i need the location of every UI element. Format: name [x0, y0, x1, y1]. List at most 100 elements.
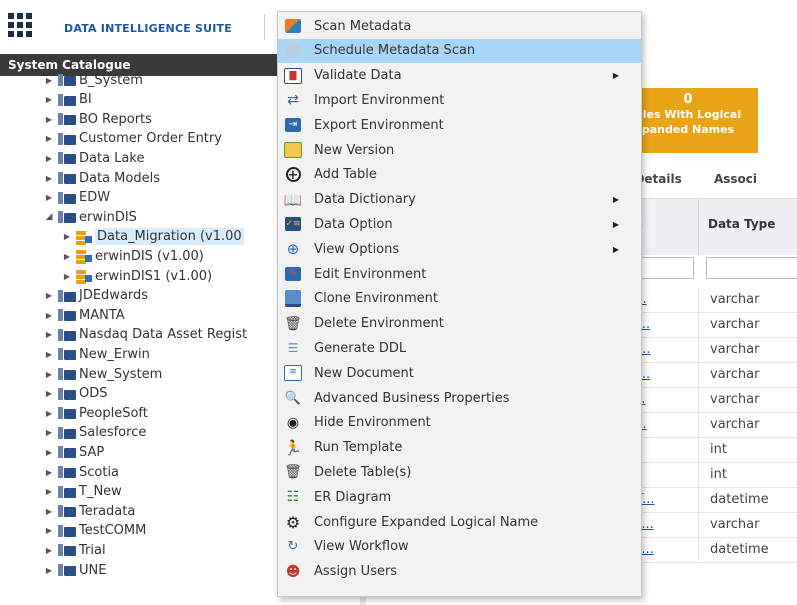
table-row[interactable]: IFIE...varchar — [616, 512, 797, 538]
collapsed-arrow-icon[interactable]: ▶ — [44, 174, 54, 183]
submenu-arrow-icon: ▶ — [612, 71, 619, 81]
tree-item-environment[interactable]: ▶ Teradata — [44, 501, 135, 521]
collapsed-arrow-icon[interactable]: ▶ — [44, 370, 54, 379]
collapsed-arrow-icon[interactable]: ▶ — [44, 134, 54, 143]
tree-item-label: Data Lake — [79, 150, 145, 166]
tree-item-environment[interactable]: ▶ UNE — [44, 560, 107, 580]
table-row[interactable]: _IN...varchar — [616, 337, 797, 363]
tree-item-environment[interactable]: ▶ EDW — [44, 188, 110, 208]
tree-item-model[interactable]: ▶ erwinDIS1 (v1.00) — [62, 266, 212, 286]
tree-item-environment[interactable]: ▶ Salesforce — [44, 423, 146, 443]
tree-item-environment[interactable]: ▶ SAP — [44, 442, 104, 462]
tree-item-environment[interactable]: ▶ Data Models — [44, 168, 160, 188]
menu-item-new-version[interactable]: New Version — [278, 138, 641, 162]
collapsed-arrow-icon[interactable]: ▶ — [44, 409, 54, 418]
expanded-arrow-icon[interactable]: ◢ — [44, 212, 54, 222]
tree-item-environment[interactable]: ▶ PeopleSoft — [44, 403, 148, 423]
app-grid-icon[interactable] — [8, 13, 34, 37]
menu-item-hide-environment[interactable]: ◉ Hide Environment — [278, 411, 641, 435]
collapsed-arrow-icon[interactable]: ▶ — [44, 154, 54, 163]
tree-item-environment[interactable]: ▶ MANTA — [44, 305, 125, 325]
tree-item-environment[interactable]: ▶ B_System — [44, 70, 143, 90]
gear-icon: ⚙ — [285, 512, 301, 532]
collapsed-arrow-icon[interactable]: ▶ — [44, 526, 54, 535]
tree-item-environment[interactable]: ▶ T_New — [44, 482, 122, 502]
collapsed-arrow-icon[interactable]: ▶ — [62, 252, 72, 261]
menu-item-configure-expanded-logical-name[interactable]: ⚙ Configure Expanded Logical Name — [278, 510, 641, 534]
collapsed-arrow-icon[interactable]: ▶ — [44, 115, 54, 124]
menu-item-scan-metadata[interactable]: Scan Metadata — [278, 14, 641, 38]
menu-item-delete-table-s[interactable]: 🗑 Delete Table(s) — [278, 460, 641, 484]
menu-item-data-option[interactable]: ✓≡ Data Option ▶ — [278, 212, 641, 236]
menu-item-assign-users[interactable]: ☻ Assign Users — [278, 560, 641, 584]
tree-item-model[interactable]: ▶ Data_Migration (v1.00 — [62, 227, 244, 247]
collapsed-arrow-icon[interactable]: ▶ — [62, 272, 72, 281]
table-row[interactable]: DAT...datetime — [616, 487, 797, 513]
brand-title[interactable]: DATA INTELLIGENCE SUITE — [64, 22, 232, 35]
tree-item-environment[interactable]: ▶ Nasdaq Data Asset Regist — [44, 325, 247, 345]
table-row[interactable]: _R...varchar — [616, 387, 797, 413]
collapsed-arrow-icon[interactable]: ▶ — [44, 428, 54, 437]
table-row[interactable]: _IDint — [616, 437, 797, 463]
tree-item-environment[interactable]: ▶ Data Lake — [44, 148, 145, 168]
collapsed-arrow-icon[interactable]: ▶ — [44, 566, 54, 575]
menu-item-import-environment[interactable]: ⇄ Import Environment — [278, 88, 641, 112]
tree-item-environment[interactable]: ▶ Customer Order Entry — [44, 129, 222, 149]
table-row[interactable]: _N...varchar — [616, 287, 797, 313]
collapsed-arrow-icon[interactable]: ▶ — [44, 291, 54, 300]
table-row[interactable]: int — [616, 462, 797, 488]
menu-item-edit-environment[interactable]: ✎ Edit Environment — [278, 262, 641, 286]
menu-item-label: Edit Environment — [314, 266, 427, 282]
collapsed-arrow-icon[interactable]: ▶ — [44, 193, 54, 202]
table-row[interactable]: _TY...varchar — [616, 312, 797, 338]
collapsed-arrow-icon[interactable]: ▶ — [44, 487, 54, 496]
tab-associations[interactable]: Associ — [714, 172, 757, 186]
column-header-datatype[interactable]: Data Type — [708, 217, 775, 231]
menu-item-label: View Workflow — [314, 539, 409, 555]
menu-item-data-dictionary[interactable]: 📖 Data Dictionary ▶ — [278, 188, 641, 212]
tree-item-environment[interactable]: ▶ Trial — [44, 540, 106, 560]
menu-item-generate-ddl[interactable]: ☰ Generate DDL — [278, 336, 641, 360]
menu-item-add-table[interactable]: + Add Table — [278, 163, 641, 187]
menu-item-advanced-business-properties[interactable]: 🔍 Advanced Business Properties — [278, 386, 641, 410]
tree-item-environment[interactable]: ◢ erwinDIS — [44, 207, 137, 227]
menu-item-schedule-metadata-scan[interactable]: Schedule Metadata Scan — [278, 38, 641, 63]
table-row[interactable]: DO...varchar — [616, 362, 797, 388]
collapsed-arrow-icon[interactable]: ▶ — [44, 311, 54, 320]
collapsed-arrow-icon[interactable]: ▶ — [44, 389, 54, 398]
tree-item-environment[interactable]: ▶ JDEdwards — [44, 286, 148, 306]
menu-item-delete-environment[interactable]: 🗑 Delete Environment — [278, 312, 641, 336]
tree-item-environment[interactable]: ▶ New_Erwin — [44, 344, 150, 364]
collapsed-arrow-icon[interactable]: ▶ — [44, 330, 54, 339]
tree-item-environment[interactable]: ▶ BO Reports — [44, 109, 152, 129]
menu-item-view-workflow[interactable]: ↻ View Workflow — [278, 535, 641, 559]
collapsed-arrow-icon[interactable]: ▶ — [44, 350, 54, 359]
menu-item-er-diagram[interactable]: ☷ ER Diagram — [278, 485, 641, 509]
tree-item-environment[interactable]: ▶ BI — [44, 90, 92, 110]
collapsed-arrow-icon[interactable]: ▶ — [62, 232, 72, 241]
table-row[interactable]: IFIE...datetime — [616, 537, 797, 563]
menu-item-run-template[interactable]: 🏃 Run Template — [278, 436, 641, 460]
collapsed-arrow-icon[interactable]: ▶ — [44, 95, 54, 104]
menu-item-view-options[interactable]: ⊕ View Options ▶ — [278, 237, 641, 261]
tree-item-environment[interactable]: ▶ New_System — [44, 364, 162, 384]
collapsed-arrow-icon[interactable]: ▶ — [44, 468, 54, 477]
collapsed-arrow-icon[interactable]: ▶ — [44, 507, 54, 516]
menu-item-export-environment[interactable]: ⇥ Export Environment — [278, 113, 641, 137]
tree-item-environment[interactable]: ▶ Scotia — [44, 462, 119, 482]
tree-item-environment[interactable]: ▶ TestCOMM — [44, 521, 146, 541]
collapsed-arrow-icon[interactable]: ▶ — [44, 76, 54, 85]
table-row[interactable]: _O...varchar — [616, 412, 797, 438]
data-type-cell: int — [710, 442, 727, 457]
collapsed-arrow-icon[interactable]: ▶ — [44, 546, 54, 555]
menu-item-clone-environment[interactable]: Clone Environment — [278, 287, 641, 311]
menu-item-validate-data[interactable]: ▇ Validate Data ▶ — [278, 64, 641, 88]
tree-item-label: T_New — [79, 484, 122, 500]
tree-item-environment[interactable]: ▶ ODS — [44, 384, 108, 404]
header-divider — [264, 14, 265, 40]
tree-item-model[interactable]: ▶ erwinDIS (v1.00) — [62, 246, 204, 266]
datatype-filter-input[interactable] — [706, 257, 797, 279]
collapsed-arrow-icon[interactable]: ▶ — [44, 448, 54, 457]
properties-icon: 🔍 — [284, 390, 302, 406]
menu-item-new-document[interactable]: ≡ New Document — [278, 361, 641, 385]
